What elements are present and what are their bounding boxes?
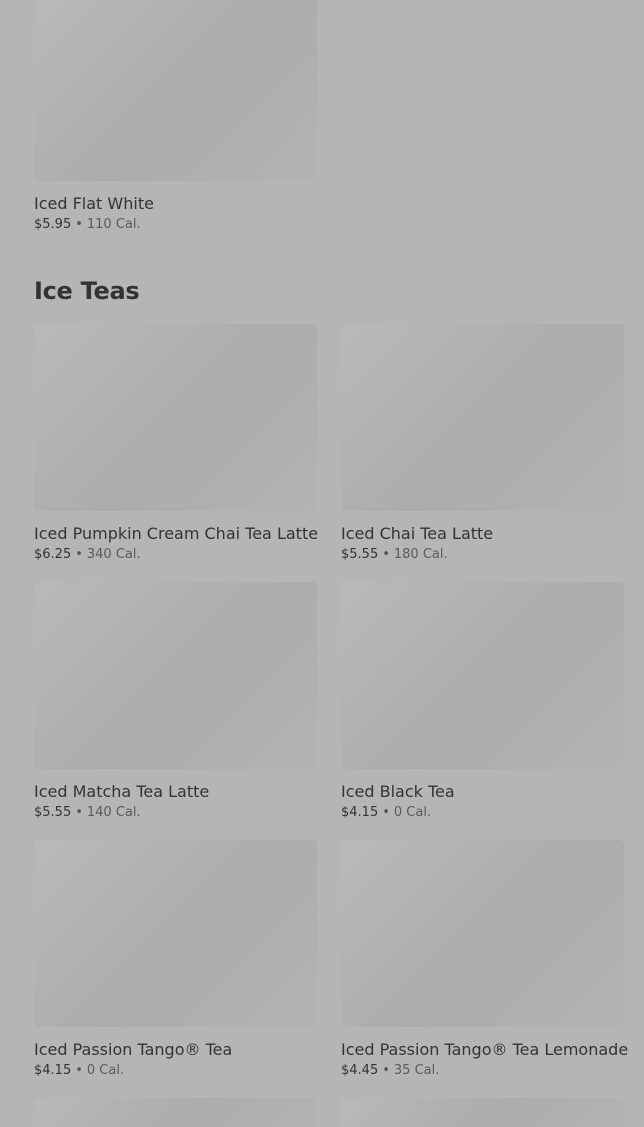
menu-item-name[interactable]: Iced Passion Tango® Tea Lemonade [341,1040,628,1060]
menu-item-price: $4.45 [341,1063,379,1078]
menu-item-calories: 35 Cal. [393,1063,440,1078]
menu-item-price: $5.55 [341,547,379,562]
meta-separator: • [382,547,390,562]
menu-item-image[interactable] [341,324,624,511]
menu-item-meta: $4.45 • 35 Cal. [341,1063,624,1079]
menu-item-name[interactable]: Iced Chai Tea Latte [341,524,624,544]
menu-item-image[interactable] [341,1098,624,1127]
menu-item-price: $4.15 [341,805,379,820]
menu-item-price: $6.25 [34,547,72,562]
menu-item-name[interactable]: Iced Passion Tango® Tea [34,1040,317,1060]
meta-separator: • [382,1063,390,1078]
menu-item-meta: $6.25 • 340 Cal. [34,547,317,563]
menu-item-image[interactable] [34,1098,317,1127]
meta-separator: • [382,805,390,820]
menu-item-image[interactable] [34,582,317,769]
meta-separator: • [75,805,83,820]
menu-page: Iced Flat White $5.95 • 110 Cal. Ice Teas … [0,0,644,1127]
menu-item-image[interactable] [341,582,624,769]
menu-item-card[interactable] [341,1098,624,1127]
menu-item-image[interactable] [34,0,317,181]
menu-item-meta: $5.55 • 140 Cal. [34,805,317,821]
meta-separator: • [75,1063,83,1078]
menu-item-card[interactable]: Iced Passion Tango® Tea $4.15 • 0 Cal. [34,840,317,1079]
section-title: Ice Teas [34,277,140,305]
menu-item-image[interactable] [34,840,317,1027]
menu-item-name[interactable]: Iced Matcha Tea Latte [34,782,317,802]
menu-item-meta: $4.15 • 0 Cal. [34,1063,317,1079]
menu-item-name[interactable]: Iced Black Tea [341,782,624,802]
menu-item-card[interactable]: Iced Matcha Tea Latte $5.55 • 140 Cal. [34,582,317,821]
menu-item-price: $5.55 [34,805,72,820]
meta-separator: • [75,547,83,562]
meta-separator: • [75,217,83,232]
menu-item-price: $5.95 [34,217,72,232]
menu-item-calories: 140 Cal. [86,805,141,820]
menu-item-calories: 0 Cal. [86,1063,125,1078]
menu-item-meta: $5.95 • 110 Cal. [34,217,317,233]
menu-item-name[interactable]: Iced Pumpkin Cream Chai Tea Latte [34,524,318,544]
menu-item-meta: $4.15 • 0 Cal. [341,805,624,821]
menu-item-card[interactable]: Iced Black Tea $4.15 • 0 Cal. [341,582,624,821]
menu-item-price: $4.15 [34,1063,72,1078]
menu-item-calories: 110 Cal. [86,217,141,232]
menu-item-image[interactable] [34,324,317,511]
menu-item-calories: 180 Cal. [393,547,448,562]
menu-item-card[interactable] [34,1098,317,1127]
menu-item-card[interactable]: Iced Flat White $5.95 • 110 Cal. [34,0,317,233]
menu-item-calories: 0 Cal. [393,805,432,820]
menu-item-card[interactable]: Iced Pumpkin Cream Chai Tea Latte $6.25 •… [34,324,318,563]
menu-item-card[interactable]: Iced Passion Tango® Tea Lemonade $4.45 • 3… [341,840,628,1079]
menu-item-meta: $5.55 • 180 Cal. [341,547,624,563]
menu-item-image[interactable] [341,840,624,1027]
menu-item-calories: 340 Cal. [86,547,141,562]
menu-item-name[interactable]: Iced Flat White [34,194,317,214]
menu-item-card[interactable]: Iced Chai Tea Latte $5.55 • 180 Cal. [341,324,624,563]
